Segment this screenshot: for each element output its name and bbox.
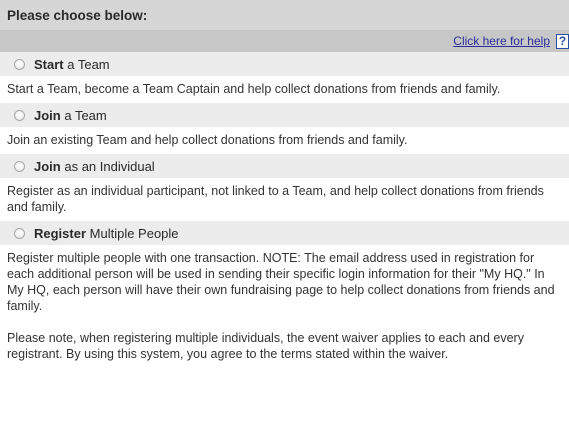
- option-label-rest: a Team: [63, 56, 110, 72]
- option-join-team[interactable]: Join a Team: [0, 103, 569, 127]
- option-label-bold: Register: [34, 225, 87, 241]
- option-register-multiple[interactable]: Register Multiple People: [0, 221, 569, 245]
- option-label: Join as an Individual: [34, 159, 155, 174]
- option-label-bold: Join: [34, 107, 61, 123]
- option-description: Register as an individual participant, n…: [0, 178, 569, 221]
- option-description-text: Join an existing Team and help collect d…: [7, 133, 408, 147]
- option-join-individual[interactable]: Join as an Individual: [0, 154, 569, 178]
- option-description-text: Start a Team, become a Team Captain and …: [7, 82, 501, 96]
- option-label: Start a Team: [34, 57, 110, 72]
- option-start-team[interactable]: Start a Team: [0, 52, 569, 76]
- option-description: Start a Team, become a Team Captain and …: [0, 76, 569, 103]
- radio-join-individual[interactable]: [14, 160, 25, 172]
- choose-header: Please choose below:: [0, 0, 569, 30]
- option-label-bold: Join: [34, 158, 61, 174]
- option-description: Register multiple people with one transa…: [0, 245, 569, 368]
- option-label-bold: Start: [34, 56, 64, 72]
- option-label-rest: as an Individual: [60, 158, 155, 174]
- option-description-text: Register multiple people with one transa…: [7, 251, 555, 313]
- option-label-rest: a Team: [60, 107, 107, 123]
- page-title: Please choose below:: [7, 7, 148, 23]
- registration-choice-panel: Please choose below: Click here for help…: [0, 0, 569, 446]
- waiver-note-text: Please note, when registering multiple i…: [7, 331, 524, 361]
- help-bar: Click here for help ?: [0, 30, 569, 52]
- option-label-rest: Multiple People: [86, 225, 179, 241]
- radio-register-multiple[interactable]: [14, 227, 25, 239]
- option-description-text: Register as an individual participant, n…: [7, 184, 544, 214]
- option-label: Register Multiple People: [34, 226, 179, 241]
- help-question-icon[interactable]: ?: [556, 33, 569, 49]
- radio-join-team[interactable]: [14, 109, 25, 121]
- option-label: Join a Team: [34, 108, 107, 123]
- help-link[interactable]: Click here for help: [453, 34, 550, 48]
- radio-start-team[interactable]: [14, 58, 25, 70]
- option-description: Join an existing Team and help collect d…: [0, 127, 569, 154]
